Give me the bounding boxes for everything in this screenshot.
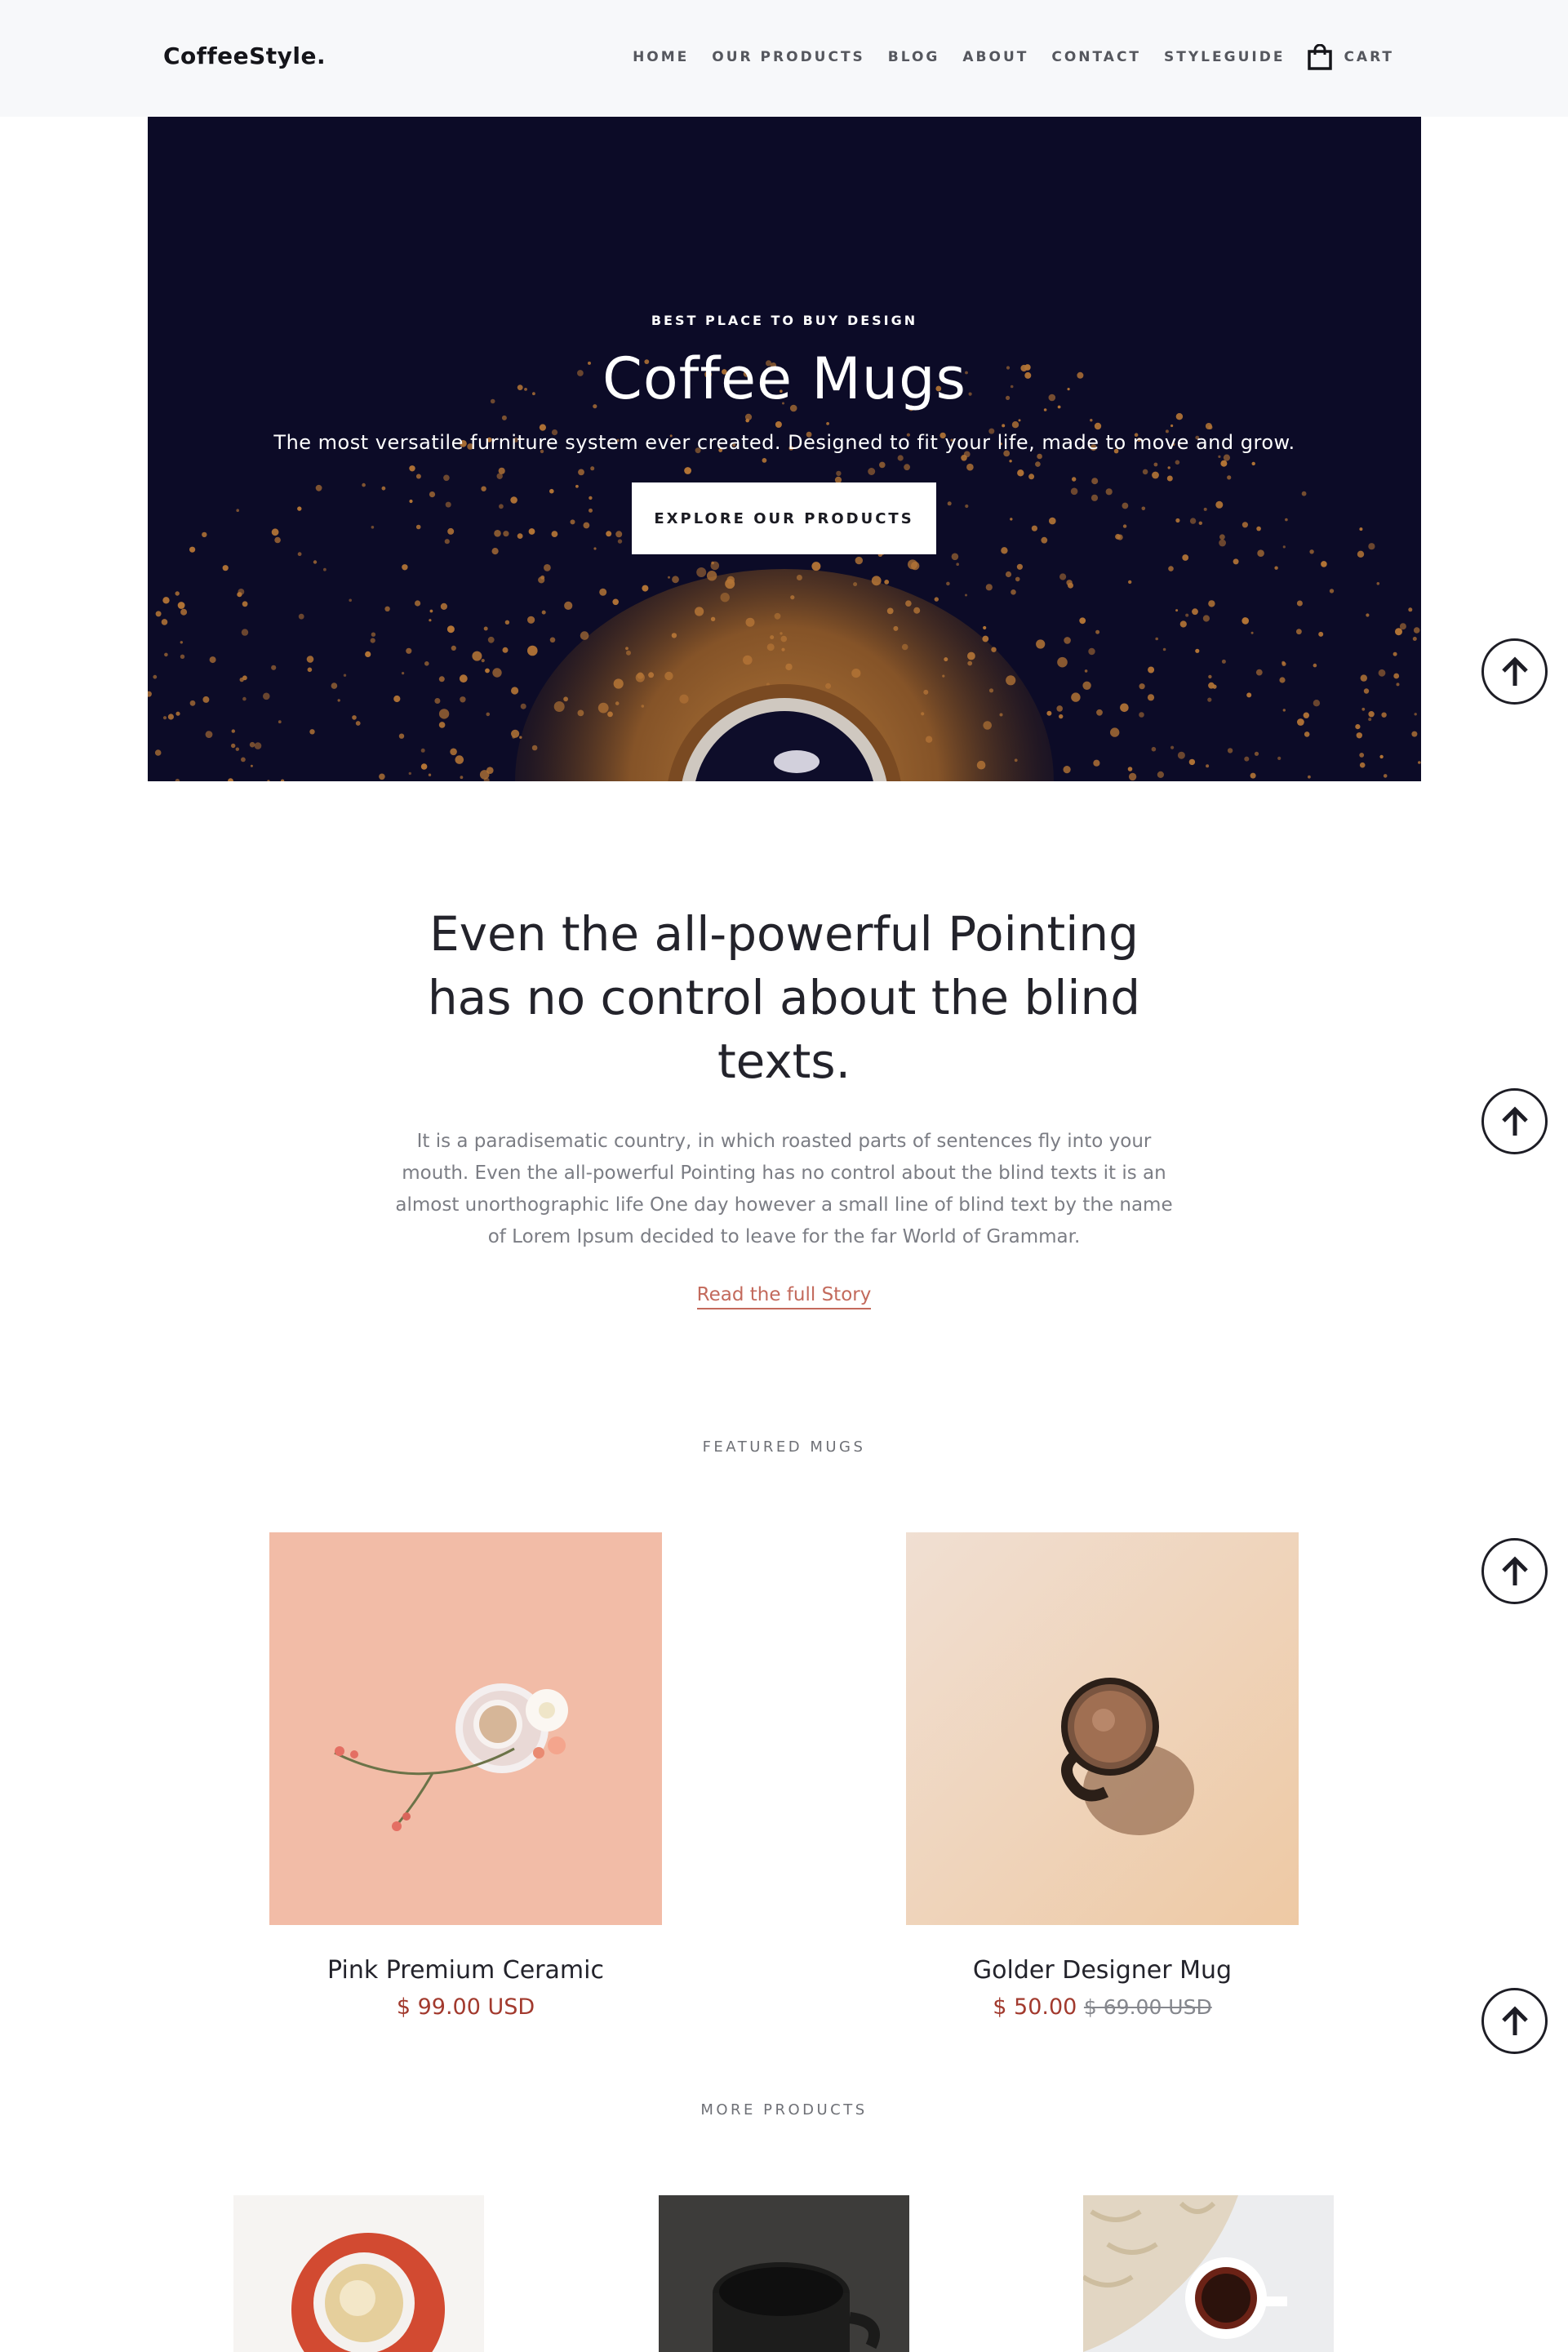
nav-styleguide[interactable]: STYLEGUIDE	[1164, 44, 1285, 70]
main-nav: HOME OUR PRODUCTS BLOG ABOUT CONTACT STY…	[633, 44, 1394, 70]
knit-mug-image	[1083, 2195, 1334, 2352]
more-products-label: MORE PRODUCTS	[700, 2101, 868, 2119]
product-current-price: $ 99.00 USD	[396, 1994, 535, 2020]
hero-kicker: BEST PLACE TO BUY DESIGN	[651, 313, 918, 328]
featured-label: FEATURED MUGS	[702, 1438, 866, 1456]
scroll-up-button[interactable]	[1481, 1988, 1548, 2054]
product-name[interactable]: Pink Premium Ceramic	[269, 1956, 662, 1985]
hero-subtitle: The most versatile furniture system ever…	[273, 431, 1295, 454]
product-price: $ 99.00 USD	[269, 1994, 662, 2020]
cart-label: CART	[1344, 49, 1394, 65]
more-product-image[interactable]	[1083, 2195, 1334, 2352]
shopping-bag-icon	[1308, 44, 1333, 70]
product-old-price: $ 69.00 USD	[1083, 1995, 1212, 2019]
nav-contact[interactable]: CONTACT	[1051, 44, 1141, 70]
hero-banner: BEST PLACE TO BUY DESIGN Coffee Mugs The…	[148, 117, 1421, 781]
arrow-up-icon	[1501, 1555, 1528, 1585]
product-current-price: $ 50.00	[993, 1994, 1077, 2020]
product-name[interactable]: Golder Designer Mug	[906, 1956, 1299, 1985]
scroll-up-button[interactable]	[1481, 1538, 1548, 1604]
read-story-link[interactable]: Read the full Story	[696, 1284, 872, 1309]
intro-section: Even the all-powerful Pointing has no co…	[0, 902, 1568, 1309]
nav-home[interactable]: HOME	[633, 44, 689, 70]
cart-button[interactable]: CART	[1308, 44, 1394, 70]
product-image[interactable]	[906, 1532, 1299, 1925]
red-mug-image	[233, 2195, 484, 2352]
pink-mug-image	[269, 1532, 662, 1925]
arrow-up-icon	[1501, 2005, 1528, 2035]
site-logo[interactable]: CoffeeStyle.	[163, 42, 326, 69]
product-card[interactable]: Pink Premium Ceramic $ 99.00 USD	[269, 1532, 662, 2020]
black-mug-image	[659, 2195, 909, 2352]
more-product-image[interactable]	[233, 2195, 484, 2352]
product-card[interactable]: Golder Designer Mug $ 50.00 $ 69.00 USD	[906, 1532, 1299, 2020]
more-product-image[interactable]	[659, 2195, 909, 2352]
nav-blog[interactable]: BLOG	[888, 44, 940, 70]
gold-mug-image	[906, 1532, 1299, 1925]
scroll-up-button[interactable]	[1481, 638, 1548, 705]
explore-products-button[interactable]: EXPLORE OUR PRODUCTS	[632, 482, 936, 554]
nav-our-products[interactable]: OUR PRODUCTS	[712, 44, 865, 70]
intro-body: It is a paradisematic country, in which …	[395, 1131, 1173, 1247]
product-image[interactable]	[269, 1532, 662, 1925]
site-header: CoffeeStyle. HOME OUR PRODUCTS BLOG ABOU…	[0, 0, 1568, 117]
page: CoffeeStyle. HOME OUR PRODUCTS BLOG ABOU…	[0, 0, 1568, 2352]
arrow-up-icon	[1501, 656, 1528, 686]
product-price: $ 50.00 $ 69.00 USD	[906, 1994, 1299, 2020]
nav-about[interactable]: ABOUT	[962, 44, 1028, 70]
hero-title: Coffee Mugs	[602, 345, 967, 412]
intro-heading: Even the all-powerful Pointing has no co…	[427, 906, 1141, 1089]
